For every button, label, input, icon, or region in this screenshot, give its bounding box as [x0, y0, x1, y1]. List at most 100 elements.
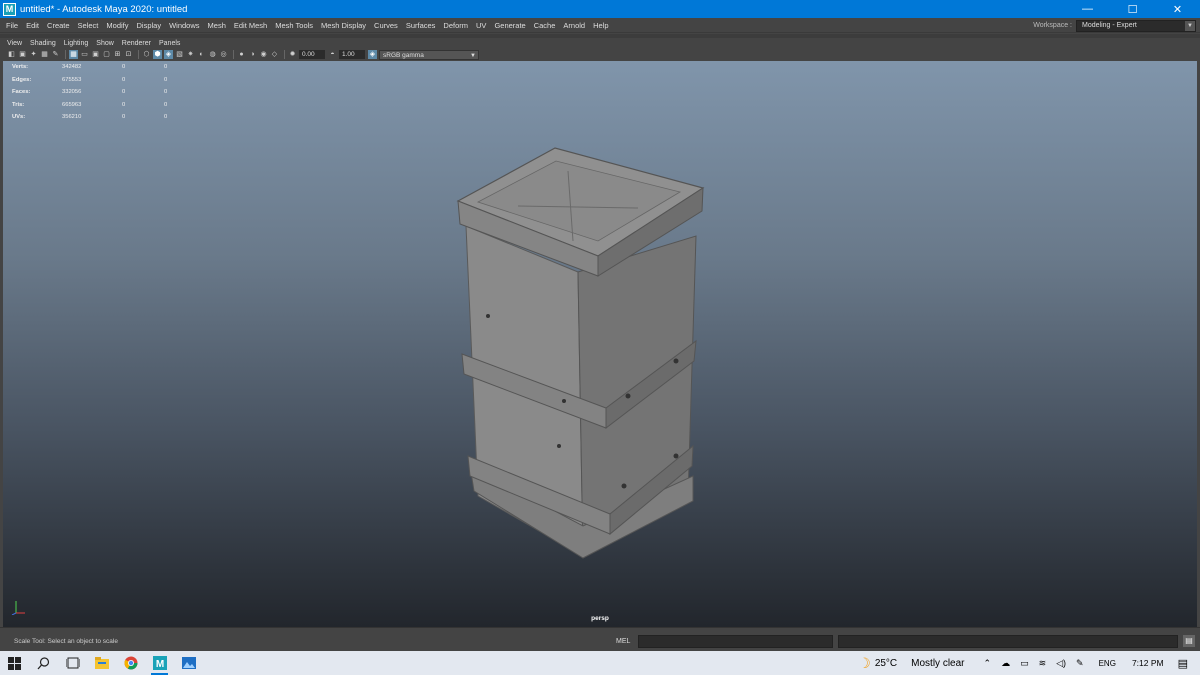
menu-modify[interactable]: Modify: [102, 21, 132, 30]
menu-deform[interactable]: Deform: [439, 21, 472, 30]
poly-count-hud: Verts: 342482 0 0 Edges: 675553 0 0 Face…: [12, 61, 206, 124]
chevron-up-icon[interactable]: ⌃: [984, 658, 992, 669]
gamma-icon[interactable]: ◓: [328, 50, 337, 59]
file-explorer-icon[interactable]: [87, 651, 116, 675]
hud-row-tris: Tris: 665963 0 0: [12, 101, 168, 108]
clock[interactable]: 7:12 PM: [1132, 658, 1164, 668]
panel-menu-renderer[interactable]: Renderer: [118, 40, 155, 47]
mel-label[interactable]: MEL: [616, 638, 630, 645]
hud-row-uvs: UVs: 356210 0 0: [12, 114, 168, 121]
windows-taskbar: M ☽ 25°C Mostly clear ⌃ ☁ ▭ ≋ ◁) ✎ ENG 7…: [0, 651, 1200, 675]
color-space-dropdown[interactable]: sRGB gamma ▼: [379, 49, 479, 60]
weather-temp[interactable]: 25°C: [875, 658, 897, 669]
anti-aliasing-icon[interactable]: ◎: [219, 50, 228, 59]
panel-menu-lighting[interactable]: Lighting: [60, 40, 93, 47]
weather-desc[interactable]: Mostly clear: [911, 658, 964, 669]
field-chart-icon[interactable]: ⊞: [113, 50, 122, 59]
title-bar: M untitled* - Autodesk Maya 2020: untitl…: [0, 0, 1200, 18]
workspace-dropdown[interactable]: Modeling - Expert ▼: [1076, 19, 1196, 32]
menu-display[interactable]: Display: [133, 21, 166, 30]
menu-file[interactable]: File: [0, 21, 22, 30]
menu-edit-mesh[interactable]: Edit Mesh: [230, 21, 271, 30]
maya-app-icon[interactable]: M: [3, 2, 16, 16]
volume-icon[interactable]: ◁): [1056, 658, 1066, 669]
menu-mesh-display[interactable]: Mesh Display: [317, 21, 370, 30]
bookmarks-icon[interactable]: ✦: [29, 50, 38, 59]
gamma-field[interactable]: 1.00: [339, 50, 365, 59]
search-icon[interactable]: [29, 651, 58, 675]
xray-components-icon[interactable]: ◇: [270, 50, 279, 59]
menu-surfaces[interactable]: Surfaces: [402, 21, 440, 30]
hud-row-faces: Faces: 332056 0 0: [12, 89, 168, 96]
menu-cache[interactable]: Cache: [530, 21, 560, 30]
menu-generate[interactable]: Generate: [490, 21, 529, 30]
image-plane-icon[interactable]: ▦: [40, 50, 49, 59]
ambient-occlusion-icon[interactable]: ◍: [208, 50, 217, 59]
panel-menu-view[interactable]: View: [3, 40, 26, 47]
exposure-icon[interactable]: ✹: [288, 50, 297, 59]
workspace-label: Workspace :: [1033, 22, 1072, 29]
wifi-icon[interactable]: ≋: [1039, 658, 1047, 669]
menu-select[interactable]: Select: [74, 21, 103, 30]
panel-menu-panels[interactable]: Panels: [155, 40, 184, 47]
panel-menu-bar: View Shading Lighting Show Renderer Pane…: [3, 38, 1197, 48]
script-editor-icon[interactable]: ▤: [1183, 635, 1195, 647]
isolate-select-icon[interactable]: ●: [237, 50, 246, 59]
onedrive-icon[interactable]: ☁: [1001, 658, 1010, 669]
wireframe-on-shaded-icon[interactable]: ◈: [164, 50, 173, 59]
task-view-icon[interactable]: [58, 651, 87, 675]
xray-icon[interactable]: ◑: [248, 50, 257, 59]
menu-help[interactable]: Help: [589, 21, 612, 30]
perspective-viewport[interactable]: Verts: 342482 0 0 Edges: 675553 0 0 Face…: [3, 61, 1197, 627]
select-camera-icon[interactable]: ◧: [7, 50, 16, 59]
xray-joints-icon[interactable]: ◉: [259, 50, 268, 59]
menu-mesh[interactable]: Mesh: [204, 21, 230, 30]
camera-label: persp: [591, 615, 609, 622]
panel-menu-shading[interactable]: Shading: [26, 40, 60, 47]
maximize-button[interactable]: ☐: [1110, 0, 1155, 18]
menu-arnold[interactable]: Arnold: [559, 21, 589, 30]
smooth-shade-icon[interactable]: ⬢: [153, 50, 162, 59]
notification-icon[interactable]: ▤: [1178, 657, 1188, 670]
chevron-down-icon: ▼: [470, 52, 476, 59]
wireframe-icon[interactable]: ⬡: [142, 50, 151, 59]
safe-action-icon[interactable]: ⊡: [124, 50, 133, 59]
color-management-icon[interactable]: ◈: [368, 50, 377, 59]
textured-icon[interactable]: ▧: [175, 50, 184, 59]
battery-icon[interactable]: ▭: [1020, 658, 1029, 669]
resolution-gate-icon[interactable]: ▣: [91, 50, 100, 59]
window-controls: — ☐ ✕: [1065, 0, 1200, 18]
camera-attributes-icon[interactable]: ▣: [18, 50, 27, 59]
menu-mesh-tools[interactable]: Mesh Tools: [271, 21, 317, 30]
menu-curves[interactable]: Curves: [370, 21, 402, 30]
windows-start-icon[interactable]: [0, 651, 29, 675]
pen-icon[interactable]: ✎: [1076, 658, 1084, 669]
moon-weather-icon[interactable]: ☽: [858, 655, 871, 672]
menu-edit[interactable]: Edit: [22, 21, 43, 30]
lights-icon[interactable]: ✷: [186, 50, 195, 59]
help-line: Scale Tool: Select an object to scale ME…: [0, 627, 1200, 651]
menu-uv[interactable]: UV: [472, 21, 490, 30]
crate-model[interactable]: [448, 146, 713, 566]
grid-icon[interactable]: ▦: [69, 50, 78, 59]
hud-row-verts: Verts: 342482 0 0: [12, 64, 168, 71]
maya-taskbar-icon[interactable]: M: [145, 651, 174, 675]
menu-windows[interactable]: Windows: [165, 21, 203, 30]
panel-menu-show[interactable]: Show: [92, 40, 118, 47]
help-text: Scale Tool: Select an object to scale: [14, 638, 118, 645]
exposure-field[interactable]: 0.00: [299, 50, 325, 59]
command-line-input[interactable]: [638, 635, 833, 648]
photos-icon[interactable]: [174, 651, 203, 675]
minimize-button[interactable]: —: [1065, 0, 1110, 18]
film-gate-icon[interactable]: ▭: [80, 50, 89, 59]
menu-create[interactable]: Create: [43, 21, 74, 30]
2d-pan-zoom-icon[interactable]: ✎: [51, 50, 60, 59]
gate-mask-icon[interactable]: ▢: [102, 50, 111, 59]
system-tray: ☽ 25°C Mostly clear ⌃ ☁ ▭ ≋ ◁) ✎ ENG 7:1…: [858, 651, 1200, 675]
hud-row-edges: Edges: 675553 0 0: [12, 76, 168, 83]
workspace-selector: Workspace : Modeling - Expert ▼: [1033, 19, 1196, 32]
close-button[interactable]: ✕: [1155, 0, 1200, 18]
language-indicator[interactable]: ENG: [1099, 659, 1116, 668]
shadows-icon[interactable]: ◐: [197, 50, 206, 59]
chrome-icon[interactable]: [116, 651, 145, 675]
